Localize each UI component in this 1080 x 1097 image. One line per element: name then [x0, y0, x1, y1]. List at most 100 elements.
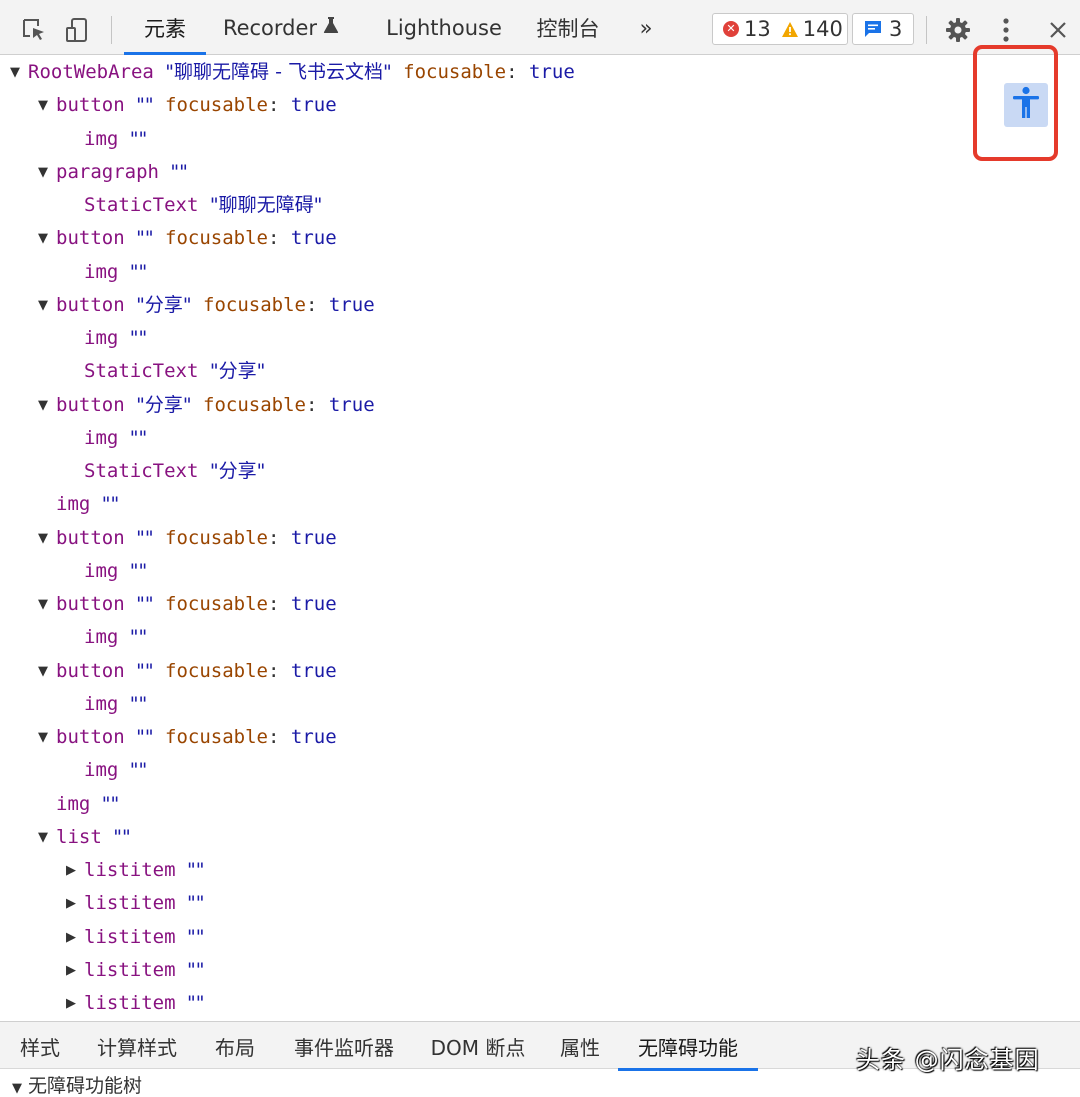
gear-icon[interactable]	[944, 16, 972, 44]
collapse-arrow-icon[interactable]: ▶	[64, 887, 78, 920]
node-property-value: true	[290, 526, 337, 549]
tree-node-button[interactable]: ▼ button "" focusable: true	[36, 222, 337, 255]
tree-node-img[interactable]: img ""	[84, 123, 147, 156]
node-role: listitem	[84, 925, 176, 948]
tab-label: 计算样式	[97, 1035, 177, 1060]
toolbar-divider	[926, 16, 927, 44]
tree-node-img[interactable]: img ""	[56, 788, 119, 821]
tree-node-button[interactable]: ▼ button "" focusable: true	[36, 89, 337, 122]
tree-node-button[interactable]: ▼ button "" focusable: true	[36, 522, 337, 555]
error-count: 13	[744, 17, 771, 41]
tab-lighthouse[interactable]: Lighthouse	[382, 0, 506, 55]
expand-arrow-icon[interactable]: ▼	[36, 89, 50, 122]
accessibility-person-icon	[1011, 86, 1041, 124]
issues-counter[interactable]: ✕ 13 140	[712, 13, 848, 45]
close-icon[interactable]	[1046, 18, 1070, 42]
error-icon: ✕	[723, 21, 739, 37]
collapse-arrow-icon[interactable]: ▶	[64, 954, 78, 987]
tree-node-button[interactable]: ▼ button "" focusable: true	[36, 721, 337, 754]
node-role: img	[84, 692, 119, 715]
more-tabs-icon: »	[639, 15, 653, 40]
expand-arrow-icon[interactable]: ▼	[36, 289, 50, 322]
tree-node-listitem[interactable]: ▶ listitem ""	[64, 987, 204, 1020]
tab-layout[interactable]: 布局	[204, 1022, 266, 1070]
tree-node-img[interactable]: img ""	[84, 754, 147, 787]
property-separator: :	[267, 94, 291, 117]
inspect-element-icon[interactable]	[20, 16, 48, 44]
node-role: img	[84, 127, 119, 150]
tab-console[interactable]: 控制台	[528, 0, 608, 55]
collapse-arrow-icon[interactable]: ▶	[64, 921, 78, 954]
node-role: RootWebArea	[28, 61, 154, 83]
tab-label: Recorder	[222, 15, 318, 40]
tree-node-img[interactable]: img ""	[84, 256, 147, 289]
tab-recorder[interactable]: Recorder	[218, 0, 344, 55]
node-role: StaticText	[84, 460, 199, 482]
warning-icon	[781, 21, 799, 38]
tree-node-listitem[interactable]: ▶ listitem ""	[64, 921, 204, 954]
node-name: ""	[136, 227, 154, 250]
node-role: img	[84, 626, 119, 649]
expand-arrow-icon[interactable]: ▼	[36, 821, 50, 854]
tree-node-statictext[interactable]: StaticText "聊聊无障碍"	[84, 189, 322, 222]
tab-dom-breakpoints[interactable]: DOM 断点	[420, 1022, 536, 1070]
node-role: button	[56, 526, 125, 549]
tree-node-button[interactable]: ▼ button "" focusable: true	[36, 655, 337, 688]
tree-node-img[interactable]: img ""	[84, 555, 147, 588]
tab-styles[interactable]: 样式	[10, 1022, 70, 1070]
expand-arrow-icon[interactable]: ▼	[36, 522, 50, 555]
collapse-arrow-icon[interactable]: ▶	[64, 854, 78, 887]
node-name: "分享"	[136, 393, 192, 416]
node-name: ""	[129, 692, 148, 715]
messages-counter[interactable]: 3	[852, 13, 914, 45]
tree-node-img[interactable]: img ""	[84, 688, 147, 721]
tree-node-img[interactable]: img ""	[84, 322, 147, 355]
collapse-arrow-icon[interactable]: ▶	[64, 987, 78, 1020]
tab-elements[interactable]: 元素	[124, 0, 206, 55]
node-role: img	[56, 493, 91, 516]
expand-arrow-icon[interactable]: ▼	[8, 56, 22, 89]
node-name: "分享"	[209, 360, 266, 383]
node-name: ""	[186, 892, 205, 915]
property-separator: :	[267, 227, 291, 250]
tree-node-rootwebarea[interactable]: ▼ RootWebArea "聊聊无障碍 - 飞书云文档" focusable: …	[8, 56, 575, 89]
accessibility-tree-toggle-button[interactable]	[1004, 83, 1048, 127]
node-role: button	[56, 726, 125, 748]
expand-arrow-icon[interactable]: ▼	[36, 156, 50, 189]
tree-node-img[interactable]: img ""	[84, 422, 147, 455]
more-tabs-button[interactable]: »	[628, 0, 664, 55]
node-name: "分享"	[136, 293, 192, 316]
tree-node-statictext[interactable]: StaticText "分享"	[84, 355, 265, 388]
node-role: img	[84, 327, 119, 349]
expand-arrow-icon[interactable]: ▼	[36, 222, 50, 255]
expand-arrow-icon[interactable]: ▼	[36, 655, 50, 688]
expand-arrow-icon[interactable]: ▼	[36, 588, 50, 621]
tree-node-paragraph[interactable]: ▼ paragraph ""	[36, 156, 188, 189]
node-name: ""	[129, 626, 148, 649]
node-property-value: true	[328, 393, 375, 416]
tree-node-button[interactable]: ▼ button "分享" focusable: true	[36, 289, 375, 322]
tree-node-list[interactable]: ▼ list ""	[36, 821, 131, 854]
node-role: button	[56, 593, 125, 615]
property-separator: :	[267, 659, 291, 682]
accessibility-tree-section-header[interactable]: ▼ 无障碍功能树	[12, 1073, 142, 1097]
tree-node-listitem[interactable]: ▶ listitem ""	[64, 954, 204, 987]
tree-node-img[interactable]: img ""	[84, 621, 147, 654]
tab-event-listeners[interactable]: 事件监听器	[282, 1022, 406, 1070]
tab-computed[interactable]: 计算样式	[86, 1022, 188, 1070]
tab-accessibility[interactable]: 无障碍功能	[618, 1022, 758, 1071]
expand-arrow-icon[interactable]: ▼	[36, 721, 50, 754]
tree-node-button[interactable]: ▼ button "分享" focusable: true	[36, 389, 375, 422]
tab-label: 事件监听器	[294, 1035, 394, 1060]
expand-arrow-icon[interactable]: ▼	[36, 389, 50, 422]
tree-node-img[interactable]: img ""	[56, 488, 119, 521]
tree-node-button[interactable]: ▼ button "" focusable: true	[36, 588, 337, 621]
tree-node-listitem[interactable]: ▶ listitem ""	[64, 854, 204, 887]
tab-properties[interactable]: 属性	[550, 1022, 610, 1070]
node-name: "分享"	[209, 460, 266, 482]
kebab-menu-icon[interactable]	[994, 16, 1018, 44]
tree-node-listitem[interactable]: ▶ listitem ""	[64, 887, 204, 920]
device-toolbar-icon[interactable]	[62, 15, 92, 45]
tree-node-statictext[interactable]: StaticText "分享"	[84, 455, 265, 488]
node-name: ""	[129, 426, 148, 449]
